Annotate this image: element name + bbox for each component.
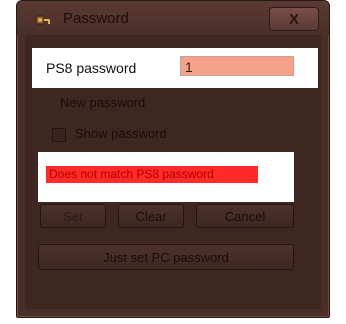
clear-button[interactable]: Clear bbox=[118, 204, 184, 228]
title-bar[interactable]: Password X bbox=[17, 1, 329, 35]
just-set-pc-password-button[interactable]: Just set PC password bbox=[38, 244, 294, 270]
key-icon bbox=[35, 13, 51, 27]
error-panel: Does not match PS8 password bbox=[38, 152, 294, 202]
show-password-label[interactable]: Show password bbox=[75, 126, 167, 141]
error-message: Does not match PS8 password bbox=[46, 166, 258, 183]
window-title: Password bbox=[63, 10, 129, 27]
set-button[interactable]: Set bbox=[40, 204, 106, 228]
show-password-checkbox[interactable] bbox=[52, 128, 66, 142]
new-password-label: New password bbox=[60, 95, 146, 110]
cancel-button[interactable]: Cancel bbox=[196, 204, 294, 228]
close-icon: X bbox=[288, 10, 299, 28]
ps8-password-label: PS8 password bbox=[46, 60, 137, 76]
ps8-password-input[interactable]: 1 bbox=[180, 56, 294, 76]
ps8-password-row: PS8 password 1 bbox=[32, 48, 318, 88]
close-button[interactable]: X bbox=[269, 7, 319, 31]
